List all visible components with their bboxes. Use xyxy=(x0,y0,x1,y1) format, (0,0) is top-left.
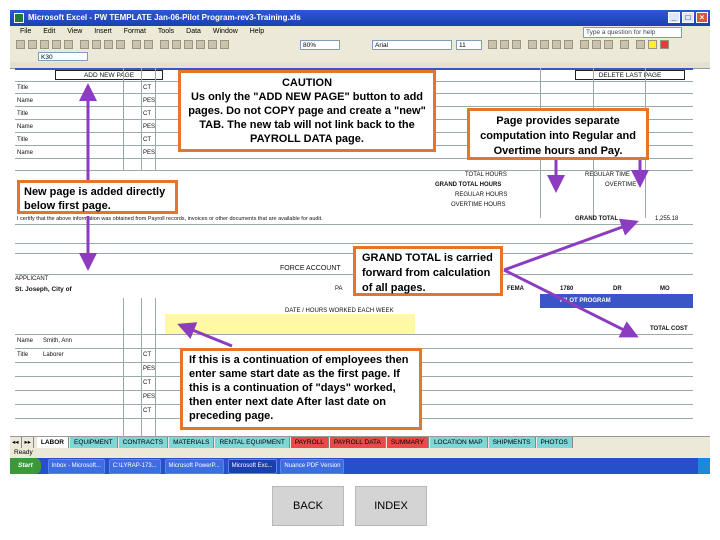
grand-total-text: GRAND TOTAL is carried forward from calc… xyxy=(362,252,493,294)
continuation-text: If this is a continuation of employees t… xyxy=(189,354,409,422)
page-computation-callout: Page provides separate computation into … xyxy=(467,108,649,160)
caution-callout: CAUTION Us only the "ADD NEW PAGE" butto… xyxy=(178,70,436,152)
grand-total-callout: GRAND TOTAL is carried forward from calc… xyxy=(353,246,503,296)
page-computation-text: Page provides separate computation into … xyxy=(480,115,636,157)
back-button[interactable]: BACK xyxy=(272,486,344,526)
continuation-callout: If this is a continuation of employees t… xyxy=(180,348,422,430)
new-page-callout: New page is added directly below first p… xyxy=(17,180,178,214)
new-page-text: New page is added directly below first p… xyxy=(24,186,166,212)
caution-text: CAUTION Us only the "ADD NEW PAGE" butto… xyxy=(188,77,426,145)
index-button[interactable]: INDEX xyxy=(355,486,427,526)
arrow-to-grand-total xyxy=(503,218,639,272)
arrow-to-start-date xyxy=(177,322,233,348)
arrow-to-total-cost xyxy=(503,268,639,338)
